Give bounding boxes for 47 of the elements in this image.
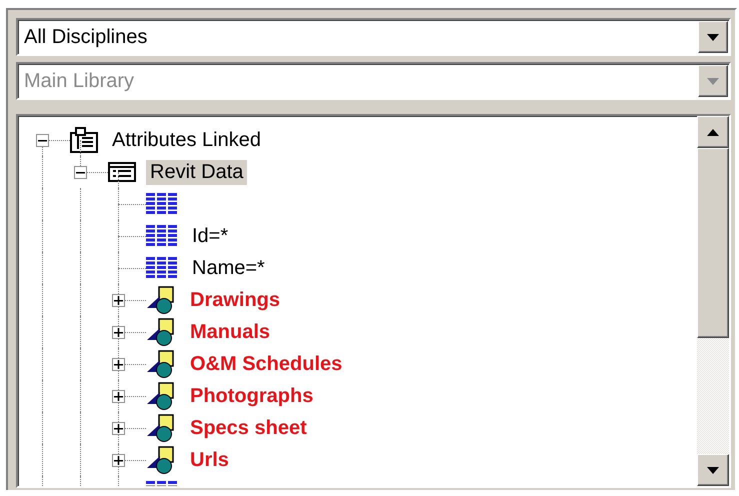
plus-icon (114, 296, 123, 305)
down-arrow-icon (707, 466, 719, 474)
plus-icon (114, 424, 123, 433)
tree-item[interactable]: Revit Data (146, 160, 248, 184)
scroll-down-button[interactable] (697, 454, 729, 486)
dropdown-button[interactable] (698, 21, 728, 53)
plus-icon (114, 392, 123, 401)
shapes-icon (146, 318, 176, 346)
tree-item[interactable]: Manuals (186, 320, 274, 344)
shapes-icon (146, 382, 176, 410)
expand-toggle[interactable] (112, 294, 125, 307)
grid-icon (146, 193, 178, 215)
tree-item[interactable]: Photographs (186, 384, 318, 408)
shapes-icon (146, 350, 176, 378)
tree-item[interactable]: Urls (186, 448, 233, 472)
shapes-icon (146, 414, 176, 442)
plus-icon (114, 360, 123, 369)
expand-toggle[interactable] (36, 134, 49, 147)
grid-icon (146, 257, 178, 279)
list-icon (108, 162, 136, 182)
tree-item[interactable]: Id=* (188, 224, 232, 248)
scrollbar[interactable] (697, 116, 729, 486)
dropdown-value: Main Library (24, 70, 136, 92)
tree-item[interactable]: O&M Schedules (186, 352, 346, 376)
down-arrow-icon (707, 78, 719, 84)
plus-icon (114, 328, 123, 337)
tree-item[interactable]: Attributes Linked (108, 128, 265, 152)
expand-toggle[interactable] (112, 390, 125, 403)
scroll-thumb[interactable] (697, 148, 729, 338)
shapes-icon (146, 286, 176, 314)
expand-toggle[interactable] (112, 422, 125, 435)
expand-toggle[interactable] (74, 166, 87, 179)
plus-icon (114, 456, 123, 465)
tree-item[interactable]: Name=* (188, 256, 269, 280)
tree-item[interactable]: Drawings (186, 288, 284, 312)
dropdown[interactable]: All Disciplines (16, 18, 731, 56)
up-arrow-icon (707, 128, 719, 136)
grid-icon (146, 225, 178, 247)
shapes-icon (146, 446, 176, 474)
expand-toggle[interactable] (112, 358, 125, 371)
scroll-up-button[interactable] (697, 116, 729, 148)
card-file-icon (70, 127, 98, 153)
dropdown-value: All Disciplines (24, 26, 148, 48)
down-arrow-icon (707, 34, 719, 40)
expand-toggle[interactable] (112, 454, 125, 467)
tree-item[interactable]: Specs sheet (186, 416, 311, 440)
expand-toggle[interactable] (112, 326, 125, 339)
